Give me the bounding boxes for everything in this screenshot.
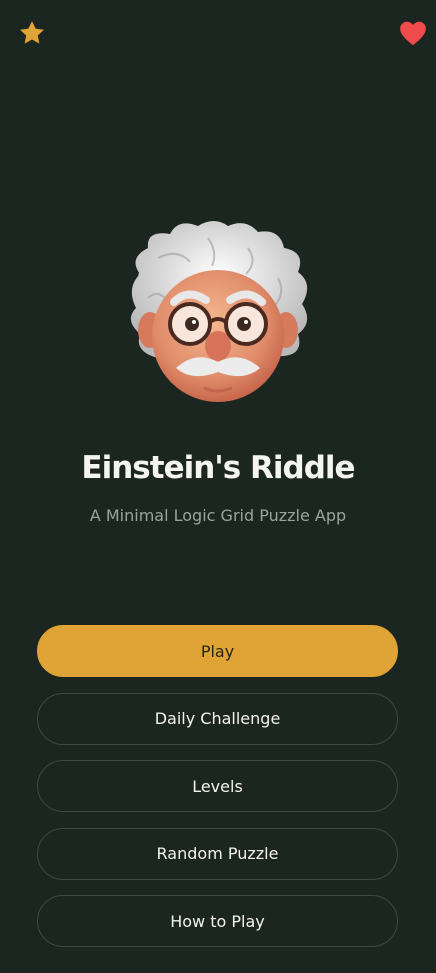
favorites-button[interactable] (15, 16, 49, 50)
like-button[interactable] (396, 16, 430, 50)
random-puzzle-button[interactable]: Random Puzzle (37, 827, 398, 880)
top-bar (0, 0, 436, 64)
daily-challenge-button[interactable]: Daily Challenge (37, 692, 398, 745)
heart-icon (400, 21, 426, 46)
how-to-play-button[interactable]: How to Play (37, 895, 398, 947)
main-menu: Play Daily Challenge Levels Random Puzzl… (37, 625, 398, 963)
levels-button[interactable]: Levels (37, 760, 398, 812)
play-button[interactable]: Play (37, 625, 398, 677)
app-subtitle: A Minimal Logic Grid Puzzle App (89, 506, 347, 525)
einstein-avatar (118, 218, 318, 408)
star-icon (20, 21, 44, 44)
app-title: Einstein's Riddle (81, 450, 355, 486)
